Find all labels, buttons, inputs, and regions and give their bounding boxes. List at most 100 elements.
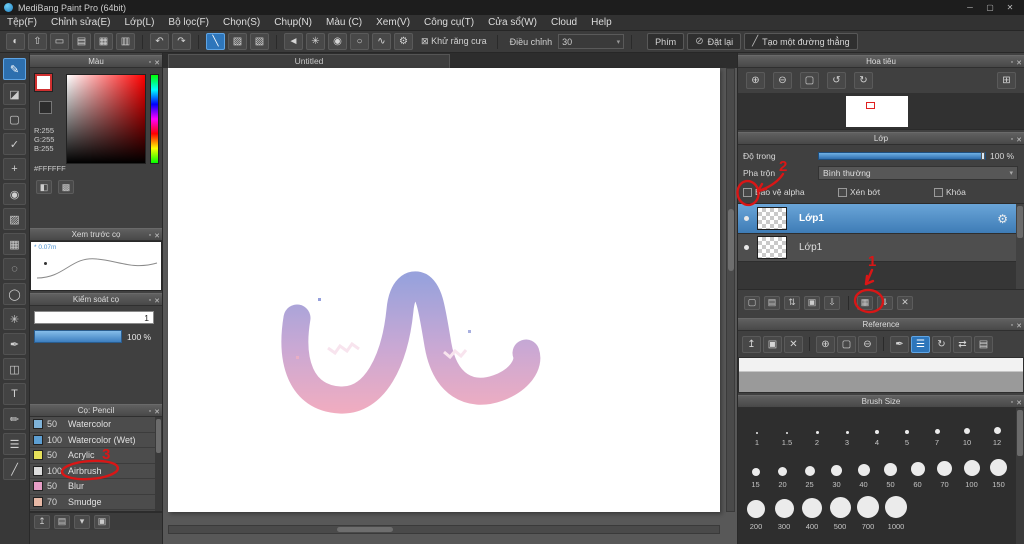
brush-size-500[interactable]: 500: [826, 490, 854, 532]
brush-size-4[interactable]: 4: [862, 414, 892, 448]
reference-content[interactable]: [738, 357, 1024, 393]
zoom-out-icon[interactable]: ⊖: [773, 71, 792, 89]
menu-item-10[interactable]: Cloud: [544, 15, 584, 31]
scrollbar-thumb[interactable]: [728, 209, 734, 271]
brush-size-100[interactable]: 100: [958, 448, 985, 490]
move-tool[interactable]: +: [3, 158, 26, 180]
layer-folder-button[interactable]: ▣: [804, 295, 820, 310]
panel-close-icon[interactable]: ✕: [1016, 322, 1022, 330]
menu-item-7[interactable]: Xem(V): [369, 15, 417, 31]
ref-clip-icon[interactable]: ▤: [974, 335, 993, 353]
text-tool[interactable]: T: [3, 383, 26, 405]
brush-size-15[interactable]: 15: [742, 448, 769, 490]
brush-size-scrollbar[interactable]: [1016, 408, 1024, 544]
minimize-button[interactable]: ─: [960, 3, 980, 12]
color-wheel-icon[interactable]: ◧: [36, 180, 52, 194]
brush-size-12[interactable]: 12: [982, 414, 1012, 448]
color-swatches-icon[interactable]: ▩: [58, 180, 74, 194]
panel-close-icon[interactable]: ✕: [154, 232, 160, 240]
gradient-tool[interactable]: ▨: [3, 208, 26, 230]
background-swatch[interactable]: [39, 101, 52, 114]
gear-icon[interactable]: ⚙: [997, 212, 1008, 226]
brush-width-slider[interactable]: 1: [34, 311, 154, 324]
nav-settings-icon[interactable]: ⊞: [997, 71, 1016, 89]
export-icon[interactable]: ⇧: [28, 33, 47, 50]
menu-item-9[interactable]: Cửa sổ(W): [481, 15, 544, 31]
brush-tool[interactable]: ✎: [3, 58, 26, 80]
slice-tool[interactable]: ╱: [3, 458, 26, 480]
panel-popout-icon[interactable]: ▫: [149, 297, 151, 304]
brush-size-1.5[interactable]: 1.5: [772, 414, 802, 448]
grid-icon[interactable]: ▦: [94, 33, 113, 50]
snap-settings-button[interactable]: ⚙: [394, 33, 413, 50]
brush-size-1000[interactable]: 1000: [882, 490, 910, 532]
ref-eyedropper-icon[interactable]: ✒: [890, 335, 909, 353]
brush-size-3[interactable]: 3: [832, 414, 862, 448]
fit-view-icon[interactable]: ▢: [800, 71, 819, 89]
alpha-protect-checkbox[interactable]: Bảo vệ alpha: [743, 187, 805, 197]
brush-size-7[interactable]: 7: [922, 414, 952, 448]
brush-size-20[interactable]: 20: [769, 448, 796, 490]
select-rect-tool[interactable]: ▢: [3, 108, 26, 130]
foreground-swatch[interactable]: [34, 73, 53, 92]
visibility-icon[interactable]: [744, 245, 749, 250]
brush-size-5[interactable]: 5: [892, 414, 922, 448]
brush-item-smudge[interactable]: 70 Smudge: [30, 494, 162, 510]
brush-size-40[interactable]: 40: [850, 448, 877, 490]
snap-circle-button[interactable]: ◉: [328, 33, 347, 50]
brush-size-60[interactable]: 60: [904, 448, 931, 490]
new-halftone-layer-button[interactable]: ▤: [764, 295, 780, 310]
menu-item-8[interactable]: Công cụ(T): [417, 15, 481, 31]
layer-opacity-slider[interactable]: [818, 151, 986, 160]
new-layer-button[interactable]: ▢: [744, 295, 760, 310]
ref-zoom-out-icon[interactable]: ⊖: [858, 335, 877, 353]
brush-item-acrylic[interactable]: 50 Acrylic: [30, 448, 162, 464]
reset-button[interactable]: ⊘ Đặt lại: [687, 33, 742, 50]
brush-size-400[interactable]: 400: [798, 490, 826, 532]
brush-size-25[interactable]: 25: [796, 448, 823, 490]
rotate-right-icon[interactable]: ↻: [854, 71, 873, 89]
crosshatch-button[interactable]: ▧: [250, 33, 269, 50]
panel-close-icon[interactable]: ✕: [1016, 399, 1022, 407]
comment-icon[interactable]: ▭: [50, 33, 69, 50]
brush-size-50[interactable]: 50: [877, 448, 904, 490]
divide-tool[interactable]: ◫: [3, 358, 26, 380]
brush-item-watercolor[interactable]: 50 Watercolor: [30, 417, 162, 433]
ref-import-icon[interactable]: ↥: [742, 335, 761, 353]
adjust-dropdown[interactable]: 30 ▾: [558, 34, 625, 49]
ref-rotate-icon[interactable]: ↻: [932, 335, 951, 353]
panel-close-icon[interactable]: ✕: [154, 59, 160, 67]
panel-close-icon[interactable]: ✕: [154, 297, 160, 305]
brush-size-150[interactable]: 150: [985, 448, 1012, 490]
brush-list-scrollbar[interactable]: [155, 417, 162, 511]
panel-popout-icon[interactable]: ▫: [1011, 322, 1013, 329]
duplicate-layer-button[interactable]: ▦: [857, 295, 873, 310]
merge-layer-button[interactable]: ⇓: [877, 295, 893, 310]
brush-up-icon[interactable]: ↥: [34, 514, 50, 529]
scrollbar-thumb[interactable]: [337, 527, 393, 532]
menu-item-6[interactable]: Màu (C): [319, 15, 369, 31]
layer-row[interactable]: Lớp1: [738, 234, 1024, 262]
eyedropper-tool[interactable]: ✏: [3, 408, 26, 430]
panel-popout-icon[interactable]: ▫: [149, 59, 151, 66]
antialias-checkbox[interactable]: ⊠ Khử răng cưa: [421, 36, 487, 47]
layer-list-scrollbar[interactable]: [1016, 204, 1024, 289]
menu-item-1[interactable]: Chỉnh sửa(E): [44, 15, 118, 31]
layer-transfer-button[interactable]: ⇩: [824, 295, 840, 310]
pages-icon[interactable]: ▤: [72, 33, 91, 50]
ref-hand-icon[interactable]: ☰: [911, 335, 930, 353]
snap-vanish-button[interactable]: ○: [350, 33, 369, 50]
rotate-left-icon[interactable]: ↺: [827, 71, 846, 89]
brush-folder-icon[interactable]: ▣: [94, 514, 110, 529]
straight-line-button[interactable]: ╱ Tạo một đường thẳng: [744, 33, 858, 50]
redo-button[interactable]: ↷: [172, 33, 191, 50]
canvas-vertical-scrollbar[interactable]: [726, 68, 735, 512]
panel-close-icon[interactable]: ✕: [154, 408, 160, 416]
brush-stroke-button[interactable]: ╲: [206, 33, 225, 50]
blend-mode-dropdown[interactable]: Bình thường ▾: [818, 166, 1018, 180]
panel-popout-icon[interactable]: ▫: [1011, 136, 1013, 143]
brush-size-1[interactable]: 1: [742, 414, 772, 448]
zoom-in-icon[interactable]: ⊕: [746, 71, 765, 89]
fill-tool[interactable]: ◉: [3, 183, 26, 205]
panel-popout-icon[interactable]: ▫: [1011, 399, 1013, 406]
